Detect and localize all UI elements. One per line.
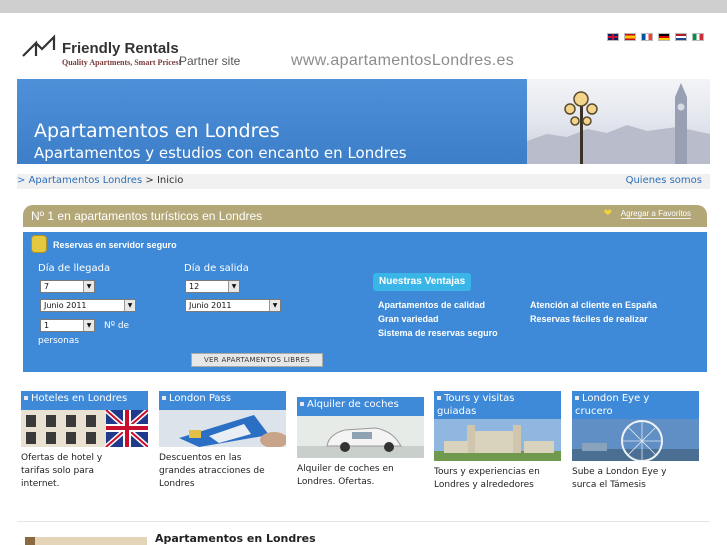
persons-select[interactable]: 1 ▼ xyxy=(40,319,95,332)
arrival-month-select[interactable]: Junio 2011 ▼ xyxy=(40,299,136,312)
card-description: grandes atracciones de xyxy=(159,466,265,476)
card-title: Hoteles en Londres xyxy=(31,393,128,404)
breadcrumb-current: Inicio xyxy=(156,175,184,186)
departure-label: Día de salida xyxy=(184,263,249,274)
london-eye-photo[interactable] xyxy=(572,419,699,461)
card-description: internet. xyxy=(21,479,60,489)
french-flag-icon[interactable] xyxy=(641,33,653,41)
london-pass-photo[interactable] xyxy=(159,410,286,447)
card-title: London Eye y xyxy=(582,393,650,404)
card-tours[interactable]: Tours y visitas guiadas Tours y experienc… xyxy=(434,391,561,492)
brand-tagline: Quality Apartments, Smart Prices! xyxy=(62,58,182,67)
card-title: Alquiler de coches xyxy=(307,399,399,410)
breadcrumb: > Apartamentos Londres > Inicio Quienes … xyxy=(17,174,710,189)
london-eye-icon xyxy=(572,419,699,461)
apartment-photo xyxy=(25,537,147,545)
chevron-down-icon: ▼ xyxy=(83,320,94,331)
chevron-down-icon: ▼ xyxy=(124,300,135,311)
banner-subtitle: Apartamentos y estudios con encanto en L… xyxy=(34,144,407,162)
arrival-label: Día de llegada xyxy=(38,263,111,274)
breadcrumb-separator: > xyxy=(145,175,154,186)
advantages-tab: Nuestras Ventajas xyxy=(373,273,472,291)
card-description: Londres y alrededores xyxy=(434,480,534,490)
departure-month-select[interactable]: Junio 2011 ▼ xyxy=(185,299,281,312)
arrival-month-value: Junio 2011 xyxy=(44,301,87,310)
card-header[interactable]: Alquiler de coches xyxy=(297,397,424,416)
card-description: Sube a London Eye y xyxy=(572,467,667,477)
chevron-down-icon: ▼ xyxy=(83,281,94,292)
card-description: Alquiler de coches en xyxy=(297,464,394,474)
about-us-link[interactable]: Quienes somos xyxy=(626,175,702,186)
section-title: Apartamentos en Londres xyxy=(155,532,316,545)
brand-name: Friendly Rentals xyxy=(62,40,179,57)
spanish-flag-icon[interactable] xyxy=(624,33,636,41)
secure-booking-label: Reservas en servidor seguro xyxy=(53,240,177,250)
card-header[interactable]: London Eye y crucero xyxy=(572,391,699,419)
card-description: Ofertas de hotel y xyxy=(21,453,103,463)
card-london-eye[interactable]: London Eye y crucero Sube a London Eye y … xyxy=(572,391,699,492)
german-flag-icon[interactable] xyxy=(658,33,670,41)
card-description: Tours y experiencias en xyxy=(434,467,540,477)
card-description: tarifas solo para xyxy=(21,466,94,476)
advantage-item: Reservas fáciles de realizar xyxy=(530,314,648,324)
site-domain: www.apartamentosLondres.es xyxy=(291,52,515,69)
chevron-down-icon: ▼ xyxy=(228,281,239,292)
departure-day-select[interactable]: 12 ▼ xyxy=(185,280,240,293)
card-london-pass[interactable]: London Pass Descuentos en las grandes at… xyxy=(159,391,286,491)
advantage-item: Apartamentos de calidad xyxy=(378,300,486,310)
arrival-day-value: 7 xyxy=(44,282,50,291)
persons-label-2: personas xyxy=(38,336,80,346)
tower-of-london-icon xyxy=(434,419,561,461)
departure-month-value: Junio 2011 xyxy=(189,301,232,310)
top-bar xyxy=(0,0,727,13)
arrival-day-select[interactable]: 7 ▼ xyxy=(40,280,95,293)
persons-label: Nº de xyxy=(104,321,130,331)
card-title: Tours y visitas xyxy=(444,393,515,404)
pass-card-icon xyxy=(159,410,286,447)
card-header[interactable]: Hoteles en Londres xyxy=(21,391,148,410)
chevron-down-icon: ▼ xyxy=(269,300,280,311)
card-title: crucero xyxy=(575,406,613,417)
add-favorites-link[interactable]: Agregar a Favoritos xyxy=(620,209,691,219)
search-apartments-button[interactable]: VER APARTAMENTOS LIBRES xyxy=(191,353,323,367)
card-hotels[interactable]: Hoteles en Londres Ofertas de hotel y ta… xyxy=(21,391,148,491)
departure-day-value: 12 xyxy=(189,282,200,291)
hotel-photo[interactable] xyxy=(21,410,148,447)
card-description: Londres. Ofertas. xyxy=(297,477,375,487)
language-selector xyxy=(607,33,704,41)
card-header[interactable]: London Pass xyxy=(159,391,286,410)
card-header[interactable]: Tours y visitas guiadas xyxy=(434,391,561,419)
breadcrumb-separator: > xyxy=(17,175,26,186)
persons-value: 1 xyxy=(44,321,50,330)
advantage-item: Sistema de reservas seguro xyxy=(378,328,498,338)
banner-title: Apartamentos en Londres xyxy=(34,120,280,142)
italian-flag-icon[interactable] xyxy=(692,33,704,41)
card-description: Londres xyxy=(159,479,195,489)
breadcrumb-link-apartamentos[interactable]: Apartamentos Londres xyxy=(29,175,143,186)
tower-photo[interactable] xyxy=(434,419,561,461)
card-description: Descuentos en las xyxy=(159,453,242,463)
london-skyline-icon xyxy=(527,83,710,164)
promo-bar: Nº 1 en apartamentos turísticos en Londr… xyxy=(23,205,707,227)
partner-site-label: Partner site xyxy=(179,54,241,68)
big-ben-photo xyxy=(527,79,710,164)
hero-banner: Apartamentos en Londres Apartamentos y e… xyxy=(17,79,710,164)
english-flag-icon[interactable] xyxy=(607,33,619,41)
padlock-icon xyxy=(31,235,47,253)
advantage-item: Gran variedad xyxy=(378,314,439,324)
heart-icon: ❤ xyxy=(603,208,612,219)
divider xyxy=(17,521,710,522)
advantage-item: Atención al cliente en España xyxy=(530,300,658,310)
car-icon xyxy=(297,416,424,458)
dutch-flag-icon[interactable] xyxy=(675,33,687,41)
card-title: London Pass xyxy=(169,393,231,404)
booking-panel: Reservas en servidor seguro Día de llega… xyxy=(23,232,707,372)
card-car-rental[interactable]: Alquiler de coches Alquiler de coches en… xyxy=(297,397,424,489)
hotel-facade-icon xyxy=(21,410,148,447)
car-photo[interactable] xyxy=(297,416,424,458)
promo-text: Nº 1 en apartamentos turísticos en Londr… xyxy=(31,209,263,223)
card-title: guiadas xyxy=(437,406,477,417)
house-logo-icon xyxy=(22,34,56,57)
card-description: surca el Támesis xyxy=(572,480,646,490)
